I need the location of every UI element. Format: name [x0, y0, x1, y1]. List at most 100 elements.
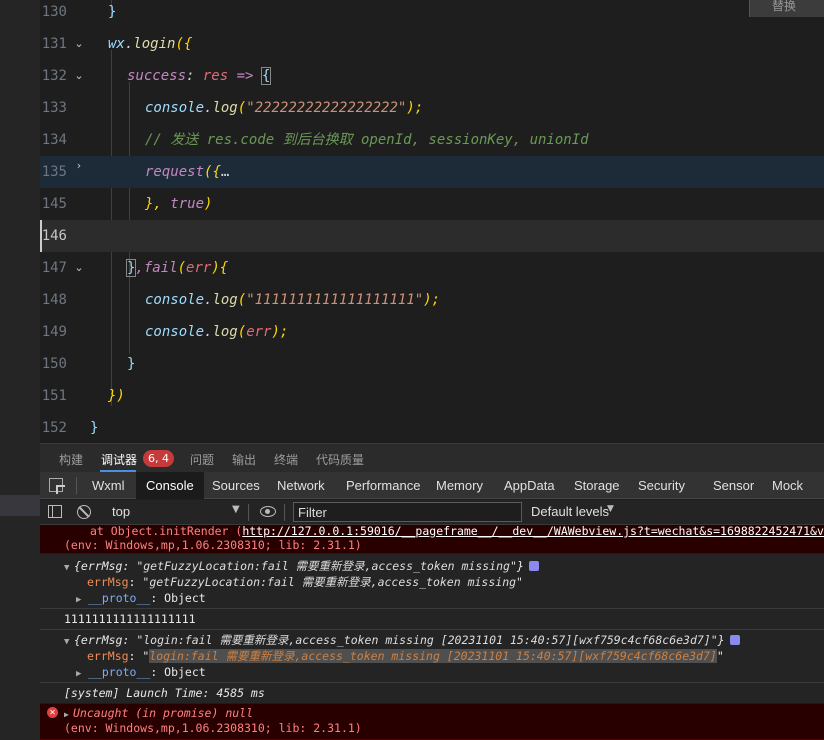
panel-tab-wxml[interactable]: Wxml — [92, 472, 125, 499]
console-error-message[interactable]: ✕ ▶ Uncaught (in promise) null (env: Wind… — [40, 703, 824, 740]
folded-ellipsis[interactable]: … — [221, 164, 229, 180]
line-number: 131 — [41, 36, 67, 52]
code-line-current[interactable]: 146 — [40, 220, 824, 252]
code-line: 133 console.log("22222222222222222"); — [40, 92, 824, 124]
show-sidebar-icon[interactable] — [48, 505, 62, 518]
code-line: 131 ⌄ wx.login({ — [40, 28, 824, 60]
panel-tab-mock[interactable]: Mock — [772, 472, 803, 499]
code-line: 150 } — [40, 348, 824, 380]
line-number: 133 — [41, 100, 67, 116]
object-preview: {errMsg: — [74, 559, 137, 573]
property-value: "getFuzzyLocation:fail 需要重新登录,access_tok… — [142, 575, 523, 589]
line-number: 147 — [41, 260, 67, 276]
inspect-element-icon[interactable] — [49, 478, 63, 492]
panel-tab-sensor[interactable]: Sensor — [713, 472, 754, 499]
code-line: 152 } — [40, 412, 824, 443]
panel-tab-appdata[interactable]: AppData — [504, 472, 555, 499]
log-levels-dropdown[interactable]: Default levels — [531, 500, 609, 524]
code-token: wx — [108, 36, 125, 52]
code-token: login — [133, 36, 176, 52]
log-text: [system] Launch Time: 4585 ms — [64, 686, 265, 700]
expand-triangle-right-icon[interactable]: ▶ — [76, 592, 88, 608]
console-log-line: 1111111111111111111 — [40, 611, 824, 627]
stack-frame-link[interactable]: http://127.0.0.1:59016/__pageframe__/__d… — [242, 525, 824, 538]
code-token: ) — [204, 196, 213, 212]
panel-tab-network[interactable]: Network — [277, 472, 325, 499]
tab-code-quality[interactable]: 代码质量 — [316, 451, 364, 468]
divider — [284, 504, 285, 521]
object-property: errMsg: "login:fail 需要重新登录,access_token … — [40, 648, 824, 664]
fold-chevron-right-icon[interactable]: › — [73, 150, 85, 182]
code-line: 145 }, true) — [40, 188, 824, 220]
property-key: errMsg — [87, 649, 129, 663]
object-property: errMsg: "getFuzzyLocation:fail 需要重新登录,ac… — [40, 574, 824, 590]
error-text: Uncaught (in promise) null — [73, 706, 254, 720]
code-token: "22222222222222222" — [246, 100, 407, 116]
line-number: 130 — [41, 4, 67, 20]
tab-build[interactable]: 构建 — [59, 451, 83, 468]
clear-console-icon[interactable] — [77, 505, 91, 519]
code-token: ( — [237, 292, 247, 308]
code-token: ){ — [211, 260, 229, 276]
code-line: 149 console.log(err); — [40, 316, 824, 348]
code-token: log — [212, 324, 238, 340]
panel-tab-memory[interactable]: Memory — [436, 472, 483, 499]
tab-issues[interactable]: 问题 — [190, 451, 214, 468]
property-key: __proto__ — [88, 665, 151, 679]
context-selector[interactable]: top — [106, 500, 246, 524]
property-colon: : " — [128, 649, 150, 663]
selected-property-value[interactable]: login:fail 需要重新登录,access_token missing [… — [149, 649, 717, 663]
code-token: log — [212, 292, 238, 308]
property-quote: " — [716, 649, 724, 663]
env-info: (env: Windows,mp,1.06.2308310; lib: 2.31… — [64, 538, 362, 552]
live-expression-eye-icon[interactable] — [260, 506, 276, 517]
expand-triangle-right-icon[interactable]: ▶ — [64, 707, 73, 722]
code-token: "1111111111111111111" — [246, 292, 424, 308]
line-number: 132 — [41, 68, 67, 84]
panel-tab-storage[interactable]: Storage — [574, 472, 620, 499]
code-token: }, — [145, 196, 171, 212]
console-output[interactable]: at Object.initRender (http://127.0.0.1:5… — [40, 525, 824, 740]
info-icon[interactable] — [729, 635, 740, 645]
fold-chevron-down-icon[interactable]: ⌄ — [73, 252, 85, 284]
line-number: 134 — [41, 132, 67, 148]
line-number: 151 — [41, 388, 67, 404]
expand-triangle-right-icon[interactable]: ▶ — [76, 666, 88, 682]
code-line: 130 } — [40, 0, 824, 28]
filter-input[interactable] — [293, 502, 522, 522]
panel-tab-console[interactable]: Console — [136, 472, 204, 499]
devtools-tabbar: 构建 调试器 6, 4 问题 输出 终端 代码质量 — [40, 443, 824, 472]
code-token: log — [212, 100, 238, 116]
object-property[interactable]: ▶ __proto__: Object — [40, 590, 824, 608]
fold-chevron-down-icon[interactable]: ⌄ — [73, 60, 85, 92]
property-value: : Object — [150, 591, 206, 605]
object-preview-value: "getFuzzyLocation:fail 需要重新登录,access_tok… — [136, 559, 517, 573]
object-property[interactable]: ▶ __proto__: Object — [40, 664, 824, 682]
code-token: }) — [108, 388, 125, 404]
code-token: { — [260, 67, 272, 85]
code-token: ( — [237, 100, 247, 116]
fold-chevron-down-icon[interactable]: ⌄ — [73, 28, 85, 60]
code-token: ); — [406, 100, 424, 116]
dropdown-arrow-icon: ▼ — [232, 504, 240, 515]
code-token: request — [145, 164, 205, 180]
code-token: : — [186, 68, 203, 84]
property-value: : Object — [150, 665, 206, 679]
panel-tab-security[interactable]: Security — [638, 472, 685, 499]
panel-tab-performance[interactable]: Performance — [346, 472, 420, 499]
line-number: 152 — [41, 420, 67, 436]
info-icon[interactable] — [528, 561, 539, 571]
code-editor[interactable]: 替换 130 } 131 ⌄ wx.login({ 132 ⌄ success:… — [40, 0, 824, 443]
tab-terminal[interactable]: 终端 — [274, 451, 298, 468]
tab-debugger[interactable]: 调试器 — [101, 451, 137, 468]
code-token: ,fail — [135, 260, 178, 276]
panel-tab-sources[interactable]: Sources — [212, 472, 260, 499]
code-token: } — [90, 420, 99, 436]
code-token: ({ — [175, 36, 193, 52]
tab-output[interactable]: 输出 — [232, 451, 256, 468]
code-token: res — [202, 68, 229, 84]
panel-tabbar: Wxml Console Sources Network Performance… — [40, 472, 824, 499]
line-number: 135 — [41, 164, 67, 180]
line-number: 145 — [41, 196, 67, 212]
console-log-line: [system] Launch Time: 4585 ms — [40, 685, 824, 701]
